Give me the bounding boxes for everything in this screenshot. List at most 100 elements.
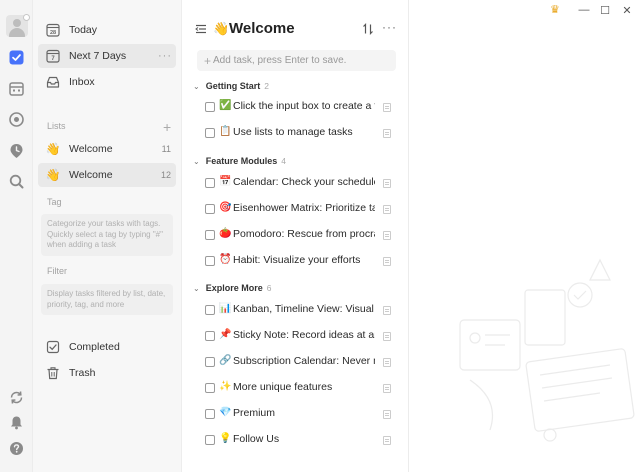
- more-options-icon[interactable]: ···: [382, 20, 397, 34]
- task-checkbox[interactable]: [205, 357, 215, 367]
- task-row[interactable]: 📌 Sticky Note: Record ideas at any time: [183, 327, 408, 347]
- sidebar-item-completed[interactable]: Completed: [38, 335, 176, 359]
- search-icon[interactable]: [8, 173, 25, 190]
- task-row[interactable]: 📅 Calendar: Check your schedule: [183, 174, 408, 194]
- sidebar-item-trash[interactable]: Trash: [38, 361, 176, 385]
- task-checkbox[interactable]: [205, 256, 215, 266]
- task-row[interactable]: 💎 Premium: [183, 405, 408, 425]
- task-title: Eisenhower Matrix: Prioritize tasks: [233, 202, 375, 214]
- task-checkbox[interactable]: [205, 204, 215, 214]
- chevron-down-icon: ⌄: [193, 283, 200, 293]
- group-count: 6: [266, 283, 272, 293]
- sync-icon[interactable]: [8, 389, 25, 406]
- task-checkbox[interactable]: [205, 409, 215, 419]
- sidebar-list-welcome[interactable]: 👋 Welcome 11: [38, 137, 176, 161]
- task-title: Premium: [233, 407, 276, 419]
- help-icon[interactable]: [8, 440, 25, 457]
- task-checkbox[interactable]: [205, 102, 215, 112]
- add-list-button[interactable]: +: [163, 120, 171, 134]
- empty-state-illustration: [459, 258, 635, 442]
- inbox-icon: [46, 75, 60, 89]
- task-note-icon: [383, 358, 391, 367]
- task-row[interactable]: ✨ More unique features: [183, 379, 408, 399]
- task-checkbox[interactable]: [205, 435, 215, 445]
- collapse-sidebar-icon[interactable]: [195, 23, 207, 35]
- sort-icon[interactable]: [362, 23, 374, 35]
- add-task-plus-icon: +: [204, 53, 212, 68]
- task-checkbox[interactable]: [205, 383, 215, 393]
- lists-section-title: Lists: [47, 121, 66, 131]
- task-emoji-icon: 📊: [219, 303, 232, 314]
- tasks-checkbox-icon[interactable]: [8, 49, 25, 66]
- task-note-icon: [383, 332, 391, 341]
- task-note-icon: [383, 205, 391, 214]
- sidebar-item-next-7-days[interactable]: 7 Next 7 Days ···: [38, 44, 176, 68]
- group-header-explore-more[interactable]: ⌄ Explore More 6: [193, 281, 271, 295]
- sidebar-item-today[interactable]: 28 Today: [38, 18, 176, 42]
- task-emoji-icon: ⏰: [219, 254, 232, 265]
- task-emoji-icon: ✅: [219, 100, 232, 111]
- task-emoji-icon: 💎: [219, 407, 232, 418]
- task-title: Click the input box to create a task: [233, 100, 375, 112]
- task-emoji-icon: 💡: [219, 433, 232, 444]
- group-count: 4: [281, 156, 286, 166]
- list-count: 11: [161, 144, 171, 154]
- sidebar-item-label: Welcome: [69, 169, 113, 181]
- group-header-getting-start[interactable]: ⌄ Getting Start 2: [193, 79, 269, 93]
- detail-pane: ♛ — ☐ ✕: [410, 0, 640, 472]
- more-options-icon[interactable]: ···: [158, 50, 172, 62]
- task-emoji-icon: 📅: [219, 176, 232, 187]
- calendar-icon[interactable]: [8, 80, 25, 97]
- task-checkbox[interactable]: [205, 331, 215, 341]
- group-count: 2: [264, 81, 269, 91]
- task-row[interactable]: 🍅 Pomodoro: Rescue from procrastination: [183, 226, 408, 246]
- task-title: Sticky Note: Record ideas at any time: [233, 329, 375, 341]
- task-checkbox[interactable]: [205, 128, 215, 138]
- task-row[interactable]: ⏰ Habit: Visualize your efforts: [183, 252, 408, 272]
- task-title: Follow Us: [233, 433, 280, 445]
- task-title: Pomodoro: Rescue from procrastination: [233, 228, 375, 240]
- group-header-feature-modules[interactable]: ⌄ Feature Modules 4: [193, 154, 286, 168]
- task-row[interactable]: ✅ Click the input box to create a task: [183, 98, 408, 118]
- close-button[interactable]: ✕: [620, 4, 634, 17]
- habit-icon[interactable]: [8, 142, 25, 159]
- task-title: More unique features: [233, 381, 333, 393]
- notification-bell-icon[interactable]: [8, 414, 25, 431]
- task-row[interactable]: 🎯 Eisenhower Matrix: Prioritize tasks: [183, 200, 408, 220]
- today-date-glyph: 28: [50, 30, 56, 36]
- waving-hand-icon: 👋: [45, 168, 61, 182]
- task-row[interactable]: 💡 Follow Us: [183, 431, 408, 451]
- task-note-icon: [383, 257, 391, 266]
- task-note-icon: [383, 436, 391, 445]
- sidebar-item-label: Trash: [69, 367, 96, 379]
- task-checkbox[interactable]: [205, 305, 215, 315]
- sidebar-item-label: Next 7 Days: [69, 50, 127, 62]
- minimize-button[interactable]: —: [577, 4, 591, 16]
- maximize-button[interactable]: ☐: [598, 4, 612, 17]
- task-emoji-icon: 🎯: [219, 202, 232, 213]
- task-checkbox[interactable]: [205, 178, 215, 188]
- task-list-header: 👋 Welcome ···: [183, 17, 408, 41]
- chevron-down-icon: ⌄: [193, 156, 200, 166]
- tag-hint: Categorize your tasks with tags. Quickly…: [41, 214, 173, 256]
- premium-crown-icon[interactable]: ♛: [550, 3, 560, 16]
- group-name: Getting Start: [205, 81, 261, 91]
- task-row[interactable]: 📋 Use lists to manage tasks: [183, 124, 408, 144]
- sidebar-list-welcome-selected[interactable]: 👋 Welcome 12: [38, 163, 176, 187]
- task-row[interactable]: 📊 Kanban, Timeline View: Visual manageme…: [183, 301, 408, 321]
- task-emoji-icon: 📋: [219, 126, 232, 137]
- filter-hint: Display tasks filtered by list, date, pr…: [41, 284, 173, 315]
- sidebar-item-label: Inbox: [69, 76, 95, 88]
- sidebar-item-inbox[interactable]: Inbox: [38, 70, 176, 94]
- task-emoji-icon: 🍅: [219, 228, 232, 239]
- task-note-icon: [383, 306, 391, 315]
- sidebar-item-label: Welcome: [69, 143, 113, 155]
- add-task-input[interactable]: + Add task, press Enter to save.: [197, 50, 396, 71]
- waving-hand-icon: 👋: [45, 142, 61, 156]
- task-row[interactable]: 🔗 Subscription Calendar: Never miss even…: [183, 353, 408, 373]
- task-note-icon: [383, 410, 391, 419]
- sidebar-item-label: Completed: [69, 341, 120, 353]
- pomodoro-icon[interactable]: [8, 111, 25, 128]
- task-checkbox[interactable]: [205, 230, 215, 240]
- avatar-status-badge: [23, 14, 30, 21]
